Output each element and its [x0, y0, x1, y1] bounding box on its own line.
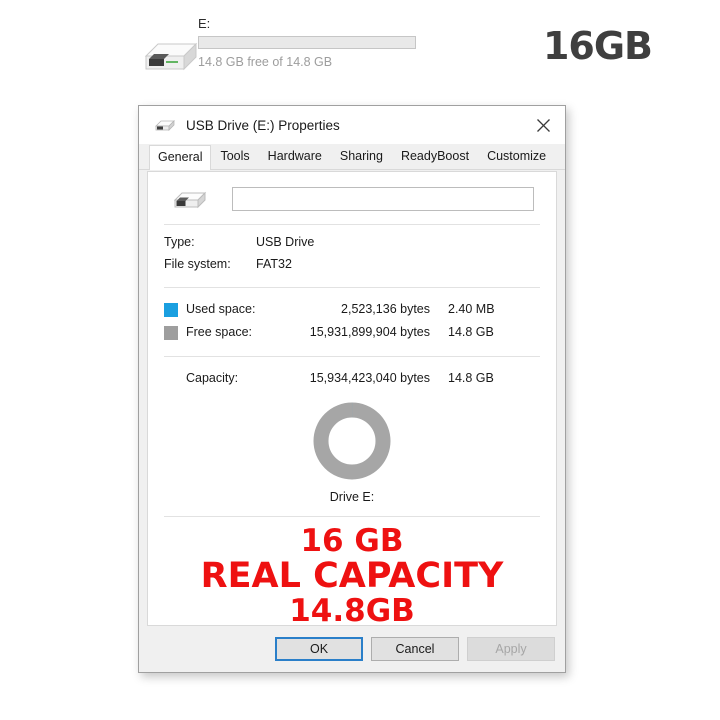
used-space-key: Used space: — [186, 302, 256, 316]
explorer-drive-banner: E: 14.8 GB free of 14.8 GB 16GB — [0, 0, 720, 95]
free-space-row: Free space: 15,931,899,904 bytes 14.8 GB — [148, 321, 556, 344]
annotation-line-1: 16 GB — [300, 523, 404, 559]
divider — [164, 287, 540, 288]
apply-button: Apply — [467, 637, 555, 661]
capacity-donut-chart — [148, 402, 556, 480]
dialog-button-row: OK Cancel Apply — [139, 626, 565, 672]
usb-drive-properties-dialog: USB Drive (E:) Properties General Tools … — [138, 105, 566, 673]
tab-readyboost[interactable]: ReadyBoost — [392, 144, 478, 169]
used-space-human: 2.40 MB — [448, 302, 495, 316]
filesystem-row: File system: FAT32 — [148, 253, 556, 275]
filesystem-value: FAT32 — [256, 257, 292, 271]
volume-label-input[interactable] — [232, 187, 534, 211]
usb-flash-drive-icon — [153, 118, 177, 132]
used-space-bytes: 2,523,136 bytes — [341, 302, 430, 316]
capacity-human: 14.8 GB — [448, 371, 494, 385]
dialog-title-bar: USB Drive (E:) Properties — [139, 106, 565, 144]
drive-caption: Drive E: — [329, 490, 375, 504]
ok-button[interactable]: OK — [275, 637, 363, 661]
tab-sharing[interactable]: Sharing — [331, 144, 392, 169]
divider — [164, 516, 540, 517]
tab-strip: General Tools Hardware Sharing ReadyBoos… — [139, 144, 565, 170]
space-usage-block: Used space: 2,523,136 bytes 2.40 MB Free… — [148, 298, 556, 344]
annotation-line-3: 14.8GB — [289, 592, 415, 629]
free-space-human: 14.8 GB — [448, 325, 494, 339]
tab-customize[interactable]: Customize — [478, 144, 555, 169]
free-space-key: Free space: — [186, 325, 253, 339]
capacity-badge: 16GB — [542, 24, 653, 68]
used-space-row: Used space: 2,523,136 bytes 2.40 MB — [148, 298, 556, 321]
free-space-bytes: 15,931,899,904 bytes — [309, 325, 430, 339]
free-space-swatch — [164, 325, 178, 340]
type-key: Type: — [164, 235, 195, 249]
annotation-line-2: REAL CAPACITY — [200, 555, 504, 596]
tab-tools[interactable]: Tools — [211, 144, 258, 169]
drive-letter-label: E: — [198, 16, 211, 31]
type-value: USB Drive — [256, 235, 315, 249]
drive-summary: E: 14.8 GB free of 14.8 GB — [198, 16, 426, 70]
general-tab-panel: Type: USB Drive File system: FAT32 Used … — [147, 171, 557, 628]
drive-capacity-bar — [198, 36, 416, 49]
usb-flash-drive-icon — [170, 186, 210, 212]
volume-label-row — [148, 172, 556, 212]
capacity-key: Capacity: — [186, 371, 239, 385]
divider — [164, 224, 540, 225]
real-capacity-annotation: 16 GB REAL CAPACITY 14.8GB — [148, 525, 556, 628]
tab-hardware[interactable]: Hardware — [259, 144, 331, 169]
drive-free-text: 14.8 GB free of 14.8 GB — [198, 55, 333, 69]
filesystem-key: File system: — [164, 257, 231, 271]
usb-flash-drive-icon — [136, 32, 202, 76]
divider — [164, 356, 540, 357]
cancel-button[interactable]: Cancel — [371, 637, 459, 661]
tab-general[interactable]: General — [149, 145, 212, 170]
capacity-bytes: 15,934,423,040 bytes — [309, 371, 430, 385]
dialog-title: USB Drive (E:) Properties — [186, 117, 340, 133]
close-icon[interactable] — [521, 106, 565, 144]
used-space-swatch — [164, 302, 178, 317]
type-row: Type: USB Drive — [148, 231, 556, 253]
capacity-row: Capacity: 15,934,423,040 bytes 14.8 GB — [148, 367, 556, 390]
